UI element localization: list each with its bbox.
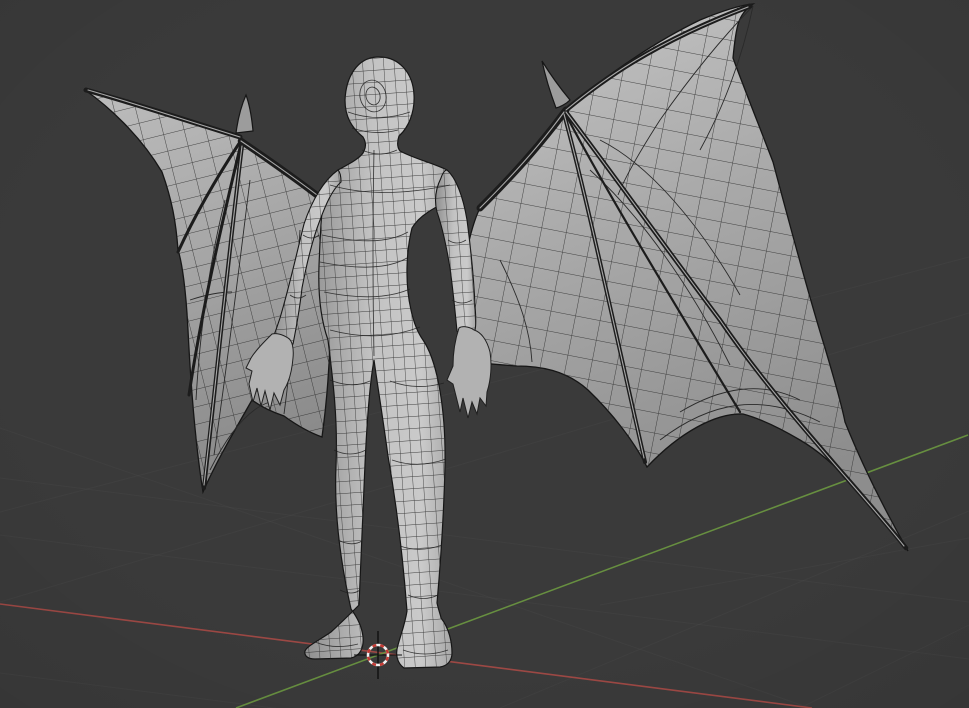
3d-viewport[interactable] [0,0,969,708]
viewport-vignette [0,0,969,708]
viewport-canvas [0,0,969,708]
